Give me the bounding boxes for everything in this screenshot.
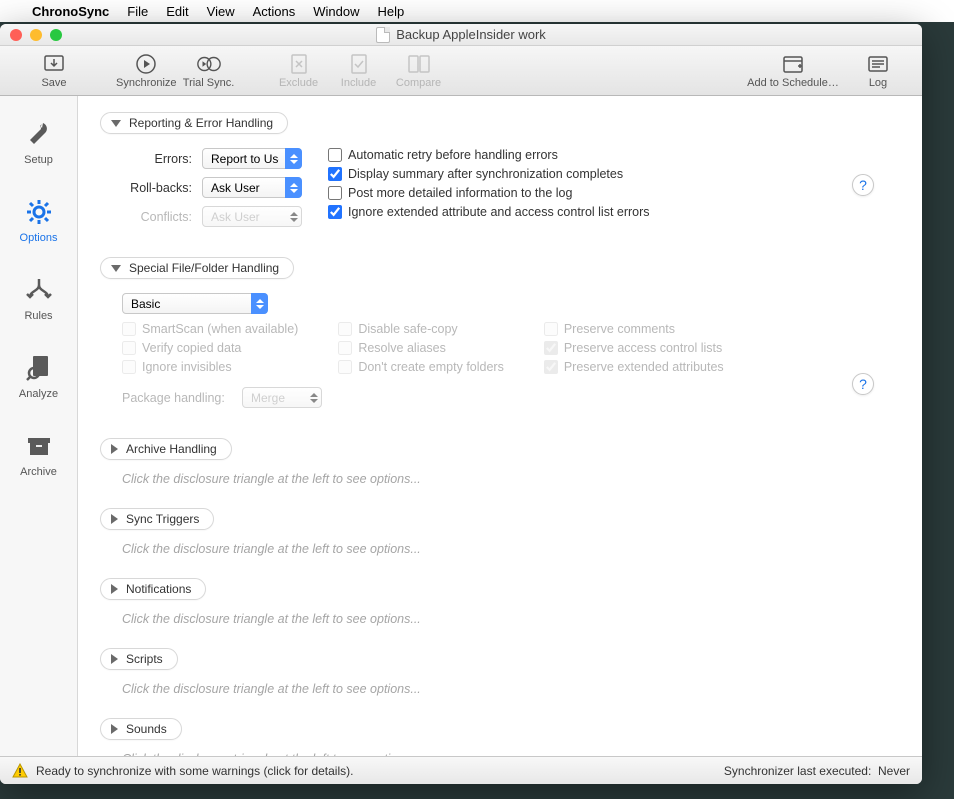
sidebar: Setup Options Rules Analyze Archive (0, 96, 78, 756)
calendar-add-icon (780, 53, 806, 75)
section-reporting: Reporting & Error Handling Errors: Repor… (100, 112, 900, 239)
log-icon (865, 53, 891, 75)
menu-actions[interactable]: Actions (253, 4, 296, 19)
last-executed-label: Synchronizer last executed: (724, 764, 871, 778)
include-icon (346, 53, 372, 75)
disclosure-triangle-icon (111, 654, 118, 664)
hint-text: Click the disclosure triangle at the lef… (100, 460, 900, 490)
chk-disable-safecopy: Disable safe-copy (338, 322, 504, 336)
exclude-icon (286, 53, 312, 75)
magnifier-document-icon (23, 352, 55, 384)
status-text[interactable]: Ready to synchronize with some warnings … (36, 764, 353, 778)
sidebar-setup[interactable]: Setup (0, 108, 77, 184)
chk-display-summary[interactable]: Display summary after synchronization co… (328, 167, 650, 181)
compare-icon (406, 53, 432, 75)
errors-label: Errors: (122, 152, 192, 166)
wrench-icon (23, 118, 55, 150)
chk-smartscan: SmartScan (when available) (122, 322, 298, 336)
trial-sync-icon (196, 53, 222, 75)
section-archive-handling: Archive Handling Click the disclosure tr… (100, 438, 900, 490)
chk-post-log[interactable]: Post more detailed information to the lo… (328, 186, 650, 200)
chk-auto-retry[interactable]: Automatic retry before handling errors (328, 148, 650, 162)
toolbar-save[interactable]: Save (14, 53, 94, 89)
play-icon (133, 53, 159, 75)
sidebar-analyze[interactable]: Analyze (0, 342, 77, 418)
toolbar-add-to-schedule[interactable]: Add to Schedule… (738, 53, 848, 89)
section-header-sounds[interactable]: Sounds (100, 718, 182, 740)
toolbar: Save Synchronize Trial Sync. Exclude Inc… (0, 46, 922, 96)
section-sync-triggers: Sync Triggers Click the disclosure trian… (100, 508, 900, 560)
toolbar-synchronize[interactable]: Synchronize (114, 53, 179, 89)
disclosure-triangle-icon (111, 444, 118, 454)
toolbar-exclude: Exclude (269, 53, 329, 89)
rollbacks-label: Roll-backs: (122, 181, 192, 195)
system-menubar: ChronoSync File Edit View Actions Window… (0, 0, 954, 22)
package-handling-select: Merge (242, 387, 322, 408)
sidebar-archive[interactable]: Archive (0, 420, 77, 496)
chk-preserve-extattr: Preserve extended attributes (544, 360, 724, 374)
toolbar-log[interactable]: Log (848, 53, 908, 89)
chk-dont-empty-folders: Don't create empty folders (338, 360, 504, 374)
disclosure-triangle-icon (111, 724, 118, 734)
toolbar-compare: Compare (389, 53, 449, 89)
document-icon (376, 27, 390, 43)
main-panel: Reporting & Error Handling Errors: Repor… (78, 96, 922, 756)
section-special: Special File/Folder Handling Basic Smart… (100, 257, 900, 420)
hint-text: Click the disclosure triangle at the lef… (100, 600, 900, 630)
errors-select[interactable]: Report to User (202, 148, 302, 169)
last-executed-value: Never (878, 764, 910, 778)
section-header-notifications[interactable]: Notifications (100, 578, 206, 600)
section-scripts: Scripts Click the disclosure triangle at… (100, 648, 900, 700)
sidebar-rules[interactable]: Rules (0, 264, 77, 340)
titlebar: Backup AppleInsider work (0, 24, 922, 46)
help-button-special[interactable]: ? (852, 373, 874, 395)
conflicts-label: Conflicts: (122, 210, 192, 224)
minimize-window-button[interactable] (30, 29, 42, 41)
help-button-reporting[interactable]: ? (852, 174, 874, 196)
hint-text: Click the disclosure triangle at the lef… (100, 670, 900, 700)
package-handling-label: Package handling: (122, 391, 232, 405)
app-window: Backup AppleInsider work Save Synchroniz… (0, 24, 922, 784)
branch-icon (23, 274, 55, 306)
toolbar-include: Include (329, 53, 389, 89)
warning-icon (12, 763, 28, 779)
chk-preserve-acl: Preserve access control lists (544, 341, 724, 355)
special-mode-select[interactable]: Basic (122, 293, 268, 314)
section-header-sync-triggers[interactable]: Sync Triggers (100, 508, 214, 530)
menu-file[interactable]: File (127, 4, 148, 19)
section-notifications: Notifications Click the disclosure trian… (100, 578, 900, 630)
section-header-special[interactable]: Special File/Folder Handling (100, 257, 294, 279)
menu-edit[interactable]: Edit (166, 4, 188, 19)
disclosure-triangle-icon (111, 514, 118, 524)
section-header-archive[interactable]: Archive Handling (100, 438, 232, 460)
chk-ignore-extattr[interactable]: Ignore extended attribute and access con… (328, 205, 650, 219)
disclosure-triangle-icon (111, 120, 121, 127)
zoom-window-button[interactable] (50, 29, 62, 41)
section-sounds: Sounds Click the disclosure triangle at … (100, 718, 900, 756)
window-title: Backup AppleInsider work (396, 27, 546, 42)
menu-window[interactable]: Window (313, 4, 359, 19)
hint-text: Click the disclosure triangle at the lef… (100, 740, 900, 756)
close-window-button[interactable] (10, 29, 22, 41)
disclosure-triangle-icon (111, 584, 118, 594)
toolbar-trial-sync[interactable]: Trial Sync. (179, 53, 239, 89)
hint-text: Click the disclosure triangle at the lef… (100, 530, 900, 560)
rollbacks-select[interactable]: Ask User (202, 177, 302, 198)
menu-help[interactable]: Help (378, 4, 405, 19)
conflicts-select: Ask User (202, 206, 302, 227)
sidebar-options[interactable]: Options (0, 186, 77, 262)
app-menu[interactable]: ChronoSync (32, 4, 109, 19)
chk-preserve-comments: Preserve comments (544, 322, 724, 336)
archive-box-icon (23, 430, 55, 462)
menu-view[interactable]: View (207, 4, 235, 19)
save-icon (41, 53, 67, 75)
chk-resolve-aliases: Resolve aliases (338, 341, 504, 355)
chk-verify: Verify copied data (122, 341, 298, 355)
status-bar: Ready to synchronize with some warnings … (0, 756, 922, 784)
chk-ignore-invisibles: Ignore invisibles (122, 360, 298, 374)
disclosure-triangle-icon (111, 265, 121, 272)
section-header-scripts[interactable]: Scripts (100, 648, 178, 670)
section-header-reporting[interactable]: Reporting & Error Handling (100, 112, 288, 134)
gear-icon (23, 196, 55, 228)
